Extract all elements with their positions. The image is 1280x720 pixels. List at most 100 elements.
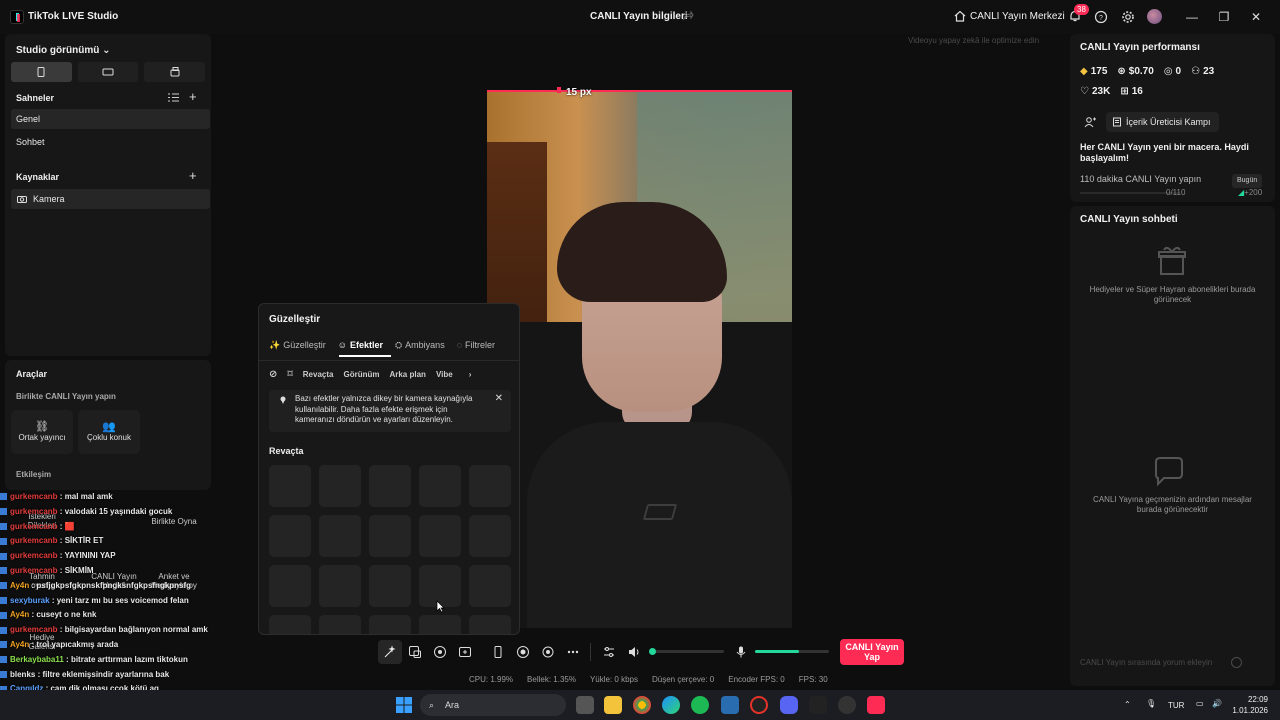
network-icon[interactable]: ▭ bbox=[1196, 699, 1204, 708]
file-explorer-icon[interactable] bbox=[604, 696, 622, 714]
opera-gx-icon[interactable] bbox=[750, 696, 768, 714]
task-view-icon[interactable] bbox=[576, 696, 594, 714]
ai-optimize-hint[interactable]: Videoyu yapay zekâ ile optimize edin bbox=[908, 36, 1039, 45]
list-icon[interactable] bbox=[168, 93, 179, 102]
taskbar-search[interactable]: ⌕ Ara bbox=[420, 694, 566, 716]
category-vibe[interactable]: Vibe bbox=[436, 370, 453, 379]
no-effect-icon[interactable]: ⊘ bbox=[269, 369, 277, 380]
avatar[interactable] bbox=[1147, 9, 1162, 24]
add-scene-icon[interactable]: + bbox=[189, 89, 197, 104]
scene-item-chat[interactable]: Sohbet bbox=[11, 132, 210, 152]
close-icon[interactable]: ✕ bbox=[495, 393, 503, 405]
help-icon[interactable]: ? bbox=[1094, 10, 1108, 24]
chat-message: Ay4n : cuseyt o ne knk bbox=[0, 608, 215, 623]
effect-thumbnail[interactable] bbox=[419, 465, 461, 507]
effect-thumbnail[interactable] bbox=[419, 515, 461, 557]
category-trending[interactable]: Revaçta bbox=[303, 370, 334, 379]
effect-thumbnail[interactable] bbox=[419, 615, 461, 634]
chat-username: Ay4n bbox=[10, 639, 30, 649]
edge-icon[interactable] bbox=[662, 696, 680, 714]
scene-item-general[interactable]: Genel bbox=[11, 109, 210, 129]
more-icon[interactable] bbox=[566, 645, 580, 659]
tab-effects[interactable]: ☺ Efektler bbox=[338, 338, 383, 352]
stat-item: Düşen çerçeve: 0 bbox=[651, 675, 715, 684]
phone-icon[interactable] bbox=[491, 645, 505, 659]
home-icon[interactable] bbox=[954, 10, 966, 22]
mixer-icon[interactable] bbox=[602, 645, 616, 659]
gear-icon[interactable] bbox=[1121, 10, 1135, 24]
effect-thumbnail[interactable] bbox=[319, 465, 361, 507]
minimize-icon[interactable]: — bbox=[1183, 8, 1201, 26]
effect-thumbnail[interactable] bbox=[269, 615, 311, 634]
go-live-button[interactable]: CANLI Yayın Yap bbox=[840, 639, 904, 665]
portrait-view-button[interactable] bbox=[11, 62, 72, 82]
dual-view-button[interactable] bbox=[144, 62, 206, 82]
app-icon[interactable] bbox=[809, 696, 827, 714]
clock-date[interactable]: 1.01.2026 bbox=[1222, 706, 1268, 715]
language-indicator[interactable]: TUR bbox=[1168, 701, 1184, 710]
microphone-tray-icon[interactable]: 🎙 bbox=[1146, 699, 1156, 708]
record-icon[interactable] bbox=[516, 645, 530, 659]
effect-categories: ⊘ ⌑ Revaçta Görünüm Arka plan Vibe › bbox=[269, 369, 471, 380]
effect-thumbnail[interactable] bbox=[369, 615, 411, 634]
broadcast-icon[interactable] bbox=[541, 645, 555, 659]
tiktok-live-studio-taskbar-icon[interactable] bbox=[867, 696, 885, 714]
mic-volume-slider[interactable] bbox=[755, 650, 829, 653]
effect-thumbnail[interactable] bbox=[469, 615, 511, 634]
chrome-icon[interactable] bbox=[633, 696, 651, 714]
discord-icon[interactable] bbox=[780, 696, 798, 714]
tab-beautify[interactable]: ✨ Güzelleştir bbox=[269, 338, 326, 352]
live-center-link[interactable]: CANLI Yayın Merkezi bbox=[970, 11, 1065, 22]
add-media-icon[interactable] bbox=[458, 645, 472, 659]
effect-thumbnail[interactable] bbox=[269, 565, 311, 607]
share-icon[interactable] bbox=[682, 10, 694, 22]
source-item-camera[interactable]: Kamera bbox=[11, 189, 210, 209]
gaming-app-icon[interactable] bbox=[838, 696, 856, 714]
tab-ambiance[interactable]: ⛭ Ambiyans bbox=[395, 338, 445, 352]
chevron-right-icon[interactable]: › bbox=[469, 370, 472, 379]
camera-preview[interactable] bbox=[487, 90, 792, 628]
co-host-button[interactable]: ⛓ Ortak yayıncı bbox=[11, 410, 73, 454]
live-info-title[interactable]: CANLI Yayın bilgileri bbox=[590, 11, 688, 22]
effects-icon[interactable] bbox=[433, 645, 447, 659]
add-source-icon[interactable]: + bbox=[189, 168, 197, 183]
creator-camp-button[interactable]: İçerik Üreticisi Kampı bbox=[1106, 112, 1219, 132]
category-appearance[interactable]: Görünüm bbox=[343, 370, 379, 379]
landscape-view-button[interactable] bbox=[77, 62, 139, 82]
chevron-up-icon[interactable]: ⌃ bbox=[1124, 700, 1131, 709]
resize-handle[interactable] bbox=[557, 87, 561, 93]
effect-thumbnail[interactable] bbox=[269, 465, 311, 507]
effect-thumbnail[interactable] bbox=[469, 515, 511, 557]
studio-view-dropdown[interactable]: Studio görünümü ⌄ bbox=[16, 45, 111, 56]
bookmark-icon[interactable]: ⌑ bbox=[287, 369, 292, 380]
clock-time[interactable]: 22:09 bbox=[1228, 695, 1268, 704]
speaker-icon[interactable] bbox=[627, 645, 641, 659]
effect-thumbnail[interactable] bbox=[369, 515, 411, 557]
add-user-icon[interactable] bbox=[1084, 116, 1096, 128]
close-icon[interactable]: ✕ bbox=[1247, 8, 1265, 26]
effect-thumbnail[interactable] bbox=[369, 465, 411, 507]
tab-filters[interactable]: ◌ Filtreler bbox=[457, 338, 495, 352]
comment-input[interactable]: CANLI Yayın sırasında yorum ekleyin bbox=[1078, 652, 1248, 674]
windows-start-icon[interactable] bbox=[396, 697, 412, 713]
volume-tray-icon[interactable]: 🔊 bbox=[1212, 699, 1222, 708]
steam-icon[interactable] bbox=[721, 696, 739, 714]
speaker-volume-slider[interactable] bbox=[650, 650, 724, 653]
speaker-volume-handle[interactable] bbox=[649, 648, 656, 655]
effect-thumbnail[interactable] bbox=[369, 565, 411, 607]
effect-thumbnail[interactable] bbox=[319, 615, 361, 634]
category-background[interactable]: Arka plan bbox=[389, 370, 425, 379]
effect-thumbnail[interactable] bbox=[469, 565, 511, 607]
maximize-icon[interactable]: ❐ bbox=[1215, 8, 1233, 26]
effect-thumbnail[interactable] bbox=[469, 465, 511, 507]
emoji-icon[interactable] bbox=[1231, 657, 1242, 668]
spotify-icon[interactable] bbox=[691, 696, 709, 714]
effect-thumbnail[interactable] bbox=[269, 515, 311, 557]
beautify-wand-icon[interactable] bbox=[383, 645, 397, 659]
effect-thumbnail[interactable] bbox=[319, 515, 361, 557]
chat-text: : mal mal amk bbox=[57, 492, 113, 501]
microphone-icon[interactable] bbox=[734, 645, 748, 659]
effect-thumbnail[interactable] bbox=[319, 565, 361, 607]
multi-guest-button[interactable]: 👥 Çoklu konuk bbox=[78, 410, 140, 454]
sticker-icon[interactable] bbox=[408, 645, 422, 659]
